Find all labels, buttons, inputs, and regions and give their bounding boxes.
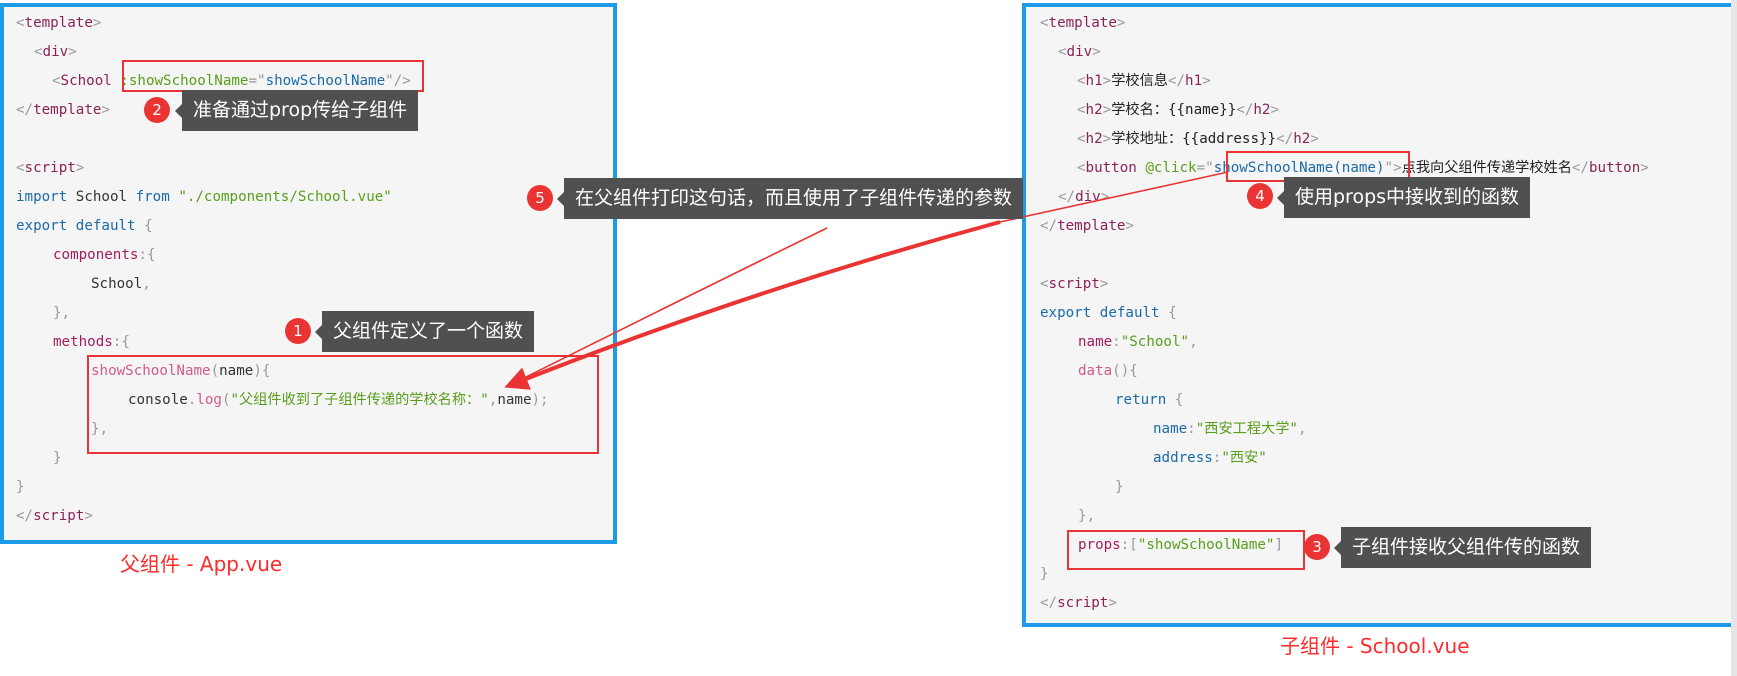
step-badge: 5 (527, 185, 553, 211)
child-caption: 子组件 - School.vue (1280, 634, 1470, 658)
callout-step-3: 子组件接收父组件传的函数 (1333, 527, 1592, 568)
callout-step-1: 父组件定义了一个函数 (314, 311, 535, 352)
parent-caption: 父组件 - App.vue (120, 552, 283, 576)
callout-step-5: 在父组件打印这句话，而且使用了子组件传递的参数 (556, 178, 1024, 219)
arrow-from-child-button (504, 220, 1001, 390)
callout-step-4: 使用props中接收到的函数 (1276, 177, 1531, 218)
step-badge: 3 (1304, 534, 1330, 560)
arrow-tail-line (999, 171, 1229, 223)
arrow-from-callout-5 (507, 227, 828, 387)
callout-step-2: 准备通过prop传给子组件 (174, 90, 419, 131)
step-badge: 4 (1247, 183, 1273, 209)
step-badge: 2 (144, 97, 170, 123)
step-badge: 1 (285, 318, 311, 344)
